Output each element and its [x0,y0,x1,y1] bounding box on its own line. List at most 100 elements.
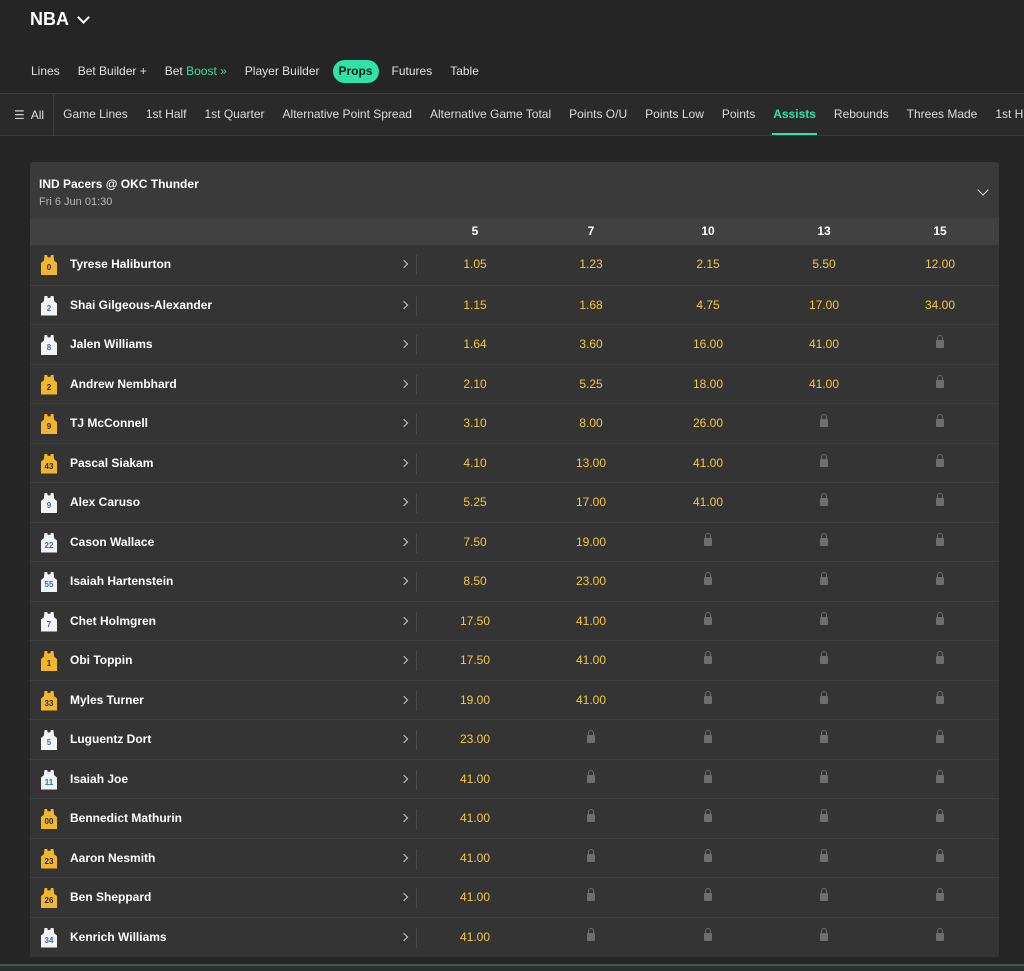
chevron-right-icon[interactable] [399,932,409,941]
odds-button[interactable]: 2.10 [417,365,533,404]
nav-tab-bet-boost[interactable]: Bet Boost » [156,60,236,83]
odds-button[interactable]: 17.00 [533,483,649,522]
tab-points-low[interactable]: Points Low [636,94,713,135]
odds-button[interactable]: 13.00 [533,444,649,483]
odds-button[interactable]: 41.00 [766,365,882,404]
odds-button[interactable]: 17.50 [417,602,533,641]
odds-button[interactable]: 23.00 [533,562,649,601]
chevron-right-icon[interactable] [399,734,409,744]
player-name[interactable]: Chet Holmgren [70,602,156,641]
odds-button[interactable]: 41.00 [766,325,882,364]
player-name[interactable]: Isaiah Joe [70,760,128,799]
match-header[interactable]: IND Pacers @ OKC Thunder Fri 6 Jun 01:30 [30,162,999,218]
odds-button[interactable]: 1.68 [533,286,649,325]
chevron-right-icon[interactable] [399,616,409,625]
odds-button[interactable]: 1.15 [417,286,533,325]
chevron-right-icon[interactable] [399,458,409,467]
tab-threes-made[interactable]: Threes Made [898,94,987,135]
player-name[interactable]: Bennedict Mathurin [70,799,182,838]
player-name[interactable]: Isaiah Hartenstein [70,562,173,601]
odds-button[interactable]: 18.00 [650,365,766,404]
odds-button[interactable]: 4.75 [650,286,766,325]
odds-button[interactable]: 23.00 [417,720,533,759]
player-name[interactable]: Luguentz Dort [70,720,151,759]
player-name[interactable]: Kenrich Williams [70,918,167,957]
chevron-right-icon[interactable] [399,418,409,428]
chevron-right-icon[interactable] [399,853,409,862]
odds-button[interactable]: 8.50 [417,562,533,601]
nav-tab-player-builder[interactable]: Player Builder [236,60,329,83]
nav-tab-props[interactable]: Props [332,60,379,83]
player-name[interactable]: Andrew Nembhard [70,365,177,404]
odds-button[interactable]: 3.10 [417,404,533,443]
odds-button[interactable]: 41.00 [650,444,766,483]
chevron-right-icon[interactable] [399,774,409,783]
tab-1st-quarter[interactable]: 1st Quarter [196,94,274,135]
odds-button[interactable]: 3.60 [533,325,649,364]
player-name[interactable]: Pascal Siakam [70,444,153,483]
chevron-right-icon[interactable] [399,300,409,309]
odds-button[interactable]: 12.00 [882,245,998,284]
odds-button[interactable]: 41.00 [417,918,533,957]
odds-button[interactable]: 41.00 [417,839,533,878]
odds-button[interactable]: 41.00 [533,641,649,680]
tab-assists[interactable]: Assists [764,94,825,135]
league-selector[interactable]: NBA [30,9,90,30]
odds-button[interactable]: 5.50 [766,245,882,284]
nav-tab-bet-builder[interactable]: Bet Builder + [69,60,156,83]
chevron-right-icon[interactable] [399,537,409,546]
odds-button[interactable]: 1.05 [417,245,533,284]
player-name[interactable]: Shai Gilgeous-Alexander [70,286,212,325]
player-name[interactable]: Myles Turner [70,681,144,720]
tab-points[interactable]: Points [713,94,764,135]
odds-button[interactable]: 4.10 [417,444,533,483]
odds-button[interactable]: 7.50 [417,523,533,562]
player-name[interactable]: Alex Caruso [70,483,140,522]
tab-1st-half[interactable]: 1st Half [986,94,1024,135]
tab-alternative-point-spread[interactable]: Alternative Point Spread [274,94,421,135]
odds-button[interactable]: 1.23 [533,245,649,284]
tab-alternative-game-total[interactable]: Alternative Game Total [421,94,560,135]
odds-button[interactable]: 2.15 [650,245,766,284]
chevron-right-icon[interactable] [399,695,409,704]
odds-button[interactable]: 19.00 [417,681,533,720]
odds-button[interactable]: 34.00 [882,286,998,325]
player-name[interactable]: Obi Toppin [70,641,132,680]
player-name[interactable]: Aaron Nesmith [70,839,155,878]
chevron-right-icon[interactable] [399,892,409,902]
odds-button[interactable]: 1.64 [417,325,533,364]
chevron-right-icon[interactable] [399,497,409,507]
chevron-down-icon[interactable] [977,184,989,196]
chevron-right-icon[interactable] [399,655,409,665]
player-name[interactable]: Tyrese Haliburton [70,245,171,284]
chevron-right-icon[interactable] [399,576,409,586]
chevron-right-icon[interactable] [399,339,409,349]
nav-tab-futures[interactable]: Futures [383,60,442,83]
odds-button[interactable]: 41.00 [533,681,649,720]
odds-button[interactable]: 5.25 [533,365,649,404]
odds-button[interactable]: 5.25 [417,483,533,522]
player-name[interactable]: Jalen Williams [70,325,153,364]
odds-button[interactable]: 41.00 [533,602,649,641]
odds-button[interactable]: 17.00 [766,286,882,325]
odds-button[interactable]: 19.00 [533,523,649,562]
odds-button[interactable]: 41.00 [417,878,533,917]
odds-button[interactable]: 17.50 [417,641,533,680]
odds-button[interactable]: 41.00 [417,799,533,838]
player-name[interactable]: Ben Sheppard [70,878,151,917]
tab-game-lines[interactable]: Game Lines [54,94,137,135]
chevron-right-icon[interactable] [399,259,409,269]
odds-button[interactable]: 41.00 [650,483,766,522]
chevron-right-icon[interactable] [399,813,409,823]
player-name[interactable]: TJ McConnell [70,404,148,443]
all-markets-button[interactable]: ☰ All [0,94,55,135]
nav-tab-lines[interactable]: Lines [22,60,69,83]
player-name[interactable]: Cason Wallace [70,523,154,562]
odds-button[interactable]: 26.00 [650,404,766,443]
tab-rebounds[interactable]: Rebounds [825,94,898,135]
odds-button[interactable]: 8.00 [533,404,649,443]
odds-button[interactable]: 16.00 [650,325,766,364]
tab-1st-half[interactable]: 1st Half [137,94,196,135]
chevron-right-icon[interactable] [399,379,409,388]
nav-tab-table[interactable]: Table [441,60,488,83]
